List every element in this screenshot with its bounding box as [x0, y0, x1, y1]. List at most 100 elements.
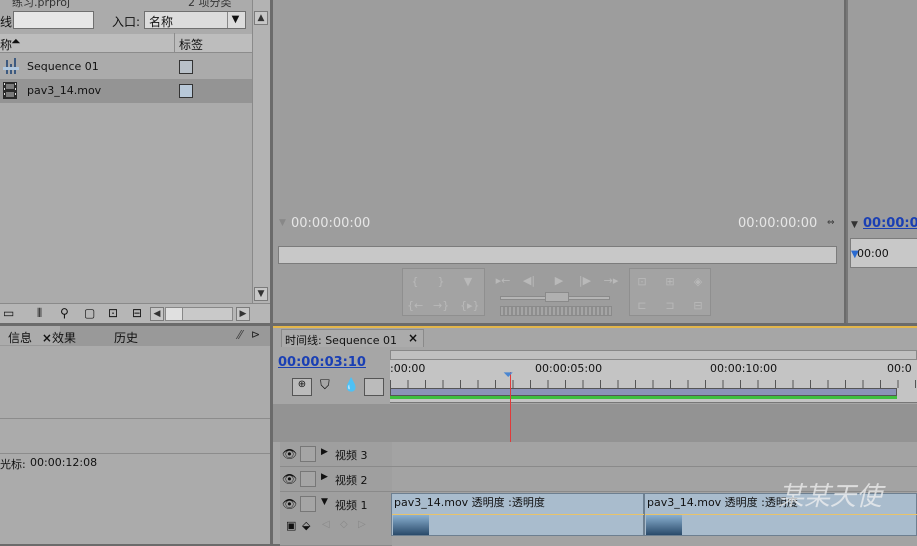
scroll-right-icon[interactable]: ▶	[236, 307, 250, 321]
toggle-take-icon[interactable]: ⊟	[690, 299, 706, 313]
scroll-thumb[interactable]	[166, 308, 183, 320]
mark-controls: { } ▼ {← →} {▸}	[402, 268, 485, 316]
time-ruler[interactable]	[278, 246, 837, 264]
track-header: 👁 ▶ 视频 2	[280, 467, 392, 492]
eye-icon[interactable]: 👁	[282, 472, 297, 486]
zoom-scroll-bar[interactable]	[390, 350, 917, 360]
label-swatch[interactable]	[179, 84, 193, 98]
eye-icon[interactable]: 👁	[282, 447, 297, 461]
find-icon[interactable]: ⚲	[60, 306, 69, 320]
output-icon[interactable]: ◈	[690, 275, 706, 289]
in-label: 入口:	[112, 15, 141, 29]
scroll-up-icon[interactable]: ▲	[254, 11, 268, 25]
new-item-icon[interactable]: ⊡	[108, 306, 118, 320]
new-bin-icon[interactable]: ▢	[84, 306, 95, 320]
panel-grip-icon[interactable]: ⁄⁄	[238, 328, 242, 342]
set-marker-icon[interactable]: ▼	[460, 275, 476, 289]
timeline-panel: 时间线: Sequence 01 × 00:00:03:10 ⊕ ⛉ 💧 :00…	[273, 326, 917, 546]
edit-marker-icon[interactable]: ⛉	[320, 378, 330, 393]
lock-toggle[interactable]	[300, 446, 316, 462]
insert-icon[interactable]: ⊏	[634, 299, 650, 313]
empty-track-area	[273, 404, 917, 442]
ruler-label: 00:00:10:00	[710, 362, 778, 375]
tab-bar: 信息 × 效果 历史 ⁄⁄ ⊳	[0, 326, 270, 346]
program-ruler[interactable]: 00:00 ▼	[850, 238, 917, 268]
automate-icon[interactable]: ⫴	[37, 306, 42, 321]
expand-triangle-icon[interactable]: ▶	[321, 447, 328, 457]
delete-icon[interactable]: ⊟	[132, 306, 142, 320]
goto-out-icon[interactable]: →}	[433, 299, 449, 313]
list-item-selected[interactable]: pav3_14.mov	[0, 79, 252, 103]
video-clip[interactable]: pav3_14.mov 透明度 :透明度	[391, 493, 645, 536]
expand-icon[interactable]: ⇔	[827, 218, 835, 228]
next-keyframe-icon[interactable]: ▷	[358, 519, 366, 530]
safe-margins-icon[interactable]: ⊞	[662, 275, 678, 289]
lock-toggle[interactable]	[300, 471, 316, 487]
work-area-bar[interactable]	[390, 388, 897, 396]
step-back-icon[interactable]: ◀|	[521, 274, 537, 288]
item-name: pav3_14.mov	[27, 84, 102, 97]
sort-up-icon[interactable]: ⏶	[11, 34, 21, 49]
timeline-ruler[interactable]: :00:00 00:00:05:00 00:00:10:00 00:0	[390, 360, 917, 403]
horizontal-scrollbar[interactable]	[165, 307, 233, 321]
panel-menu-icon[interactable]: ⊳	[251, 328, 260, 341]
edit-controls: ⊡ ⊞ ◈ ⊏ ⊐ ⊟	[629, 268, 711, 316]
vertical-scrollbar[interactable]: ▲ ▼	[252, 0, 270, 303]
play-icon[interactable]: ▶	[551, 274, 567, 288]
column-header: 称 ⏶ 标签	[0, 33, 252, 53]
tab-effects[interactable]: 效果	[44, 326, 84, 345]
playhead-icon[interactable]: ⏷	[503, 368, 513, 383]
overlay-icon[interactable]: ⊐	[662, 299, 678, 313]
clip-label: pav3_14.mov 透明度 :透明度	[647, 496, 798, 509]
current-timecode[interactable]: 00:00:03:10	[278, 355, 366, 370]
mark-in-icon[interactable]: {	[407, 275, 423, 289]
prev-marker-icon[interactable]: ▸←	[495, 274, 511, 288]
next-marker-icon[interactable]: →▸	[603, 274, 619, 288]
in-select[interactable]: 名称 ▼	[144, 11, 246, 29]
timecode-in[interactable]: 00:00:00:00	[291, 216, 370, 231]
timeline-tab-title: 时间线: Sequence 01	[285, 334, 397, 347]
chevron-down-icon[interactable]: ▼	[227, 12, 243, 28]
snap-icon[interactable]: ⊕	[292, 378, 312, 396]
tab-history[interactable]: 历史	[106, 326, 146, 345]
keyframe-toggle-icon[interactable]: ⬙	[302, 519, 310, 532]
ruler-label: 00:00:05:00	[535, 362, 603, 375]
mark-out-icon[interactable]: }	[433, 275, 449, 289]
display-style-icon[interactable]: ▣	[286, 519, 296, 532]
list-view-icon[interactable]: ▭	[3, 306, 14, 320]
shuttle-handle[interactable]	[545, 292, 569, 302]
opacity-line[interactable]	[392, 514, 645, 515]
track-name: 视频 3	[335, 449, 368, 462]
render-bar	[390, 396, 897, 399]
column-label-header[interactable]: 标签	[179, 36, 203, 53]
eye-icon[interactable]: 👁	[282, 497, 297, 511]
sequence-icon	[3, 58, 19, 74]
set-marker-icon[interactable]: 💧	[343, 378, 359, 393]
add-keyframe-icon[interactable]: ◇	[340, 519, 348, 530]
label-swatch[interactable]	[179, 60, 193, 74]
goto-in-icon[interactable]: {←	[407, 299, 423, 313]
search-input[interactable]	[13, 11, 94, 29]
collapse-triangle-icon[interactable]: ▼	[321, 497, 328, 507]
zoom-icon[interactable]	[364, 378, 384, 396]
marker-icon: ▼	[851, 220, 858, 230]
step-forward-icon[interactable]: |▶	[577, 274, 593, 288]
opacity-line[interactable]	[645, 514, 917, 515]
project-name: 练习.prproj	[12, 0, 71, 9]
track-video-3-area[interactable]	[390, 442, 917, 467]
playhead-icon[interactable]: ▼	[851, 249, 859, 260]
close-icon[interactable]: ×	[408, 331, 418, 345]
lock-toggle[interactable]	[300, 496, 316, 512]
scroll-down-icon[interactable]: ▼	[254, 287, 268, 301]
jog-wheel[interactable]	[500, 306, 612, 316]
scroll-left-icon[interactable]: ◀	[150, 307, 164, 321]
loop-icon[interactable]: ⊡	[634, 275, 650, 289]
expand-triangle-icon[interactable]: ▶	[321, 472, 328, 482]
timecode-out[interactable]: 00:00:00:00	[738, 216, 817, 231]
prev-keyframe-icon[interactable]: ◁	[322, 519, 330, 530]
tab-timeline[interactable]: 时间线: Sequence 01 ×	[281, 329, 424, 347]
list-item[interactable]: Sequence 01	[0, 55, 252, 79]
play-in-out-icon[interactable]: {▸}	[460, 299, 480, 313]
source-monitor: ▼ 00:00:00:00 00:00:00:00 ⇔ { } ▼ {← →} …	[273, 0, 844, 323]
program-timecode[interactable]: 00:00:03	[863, 216, 917, 231]
